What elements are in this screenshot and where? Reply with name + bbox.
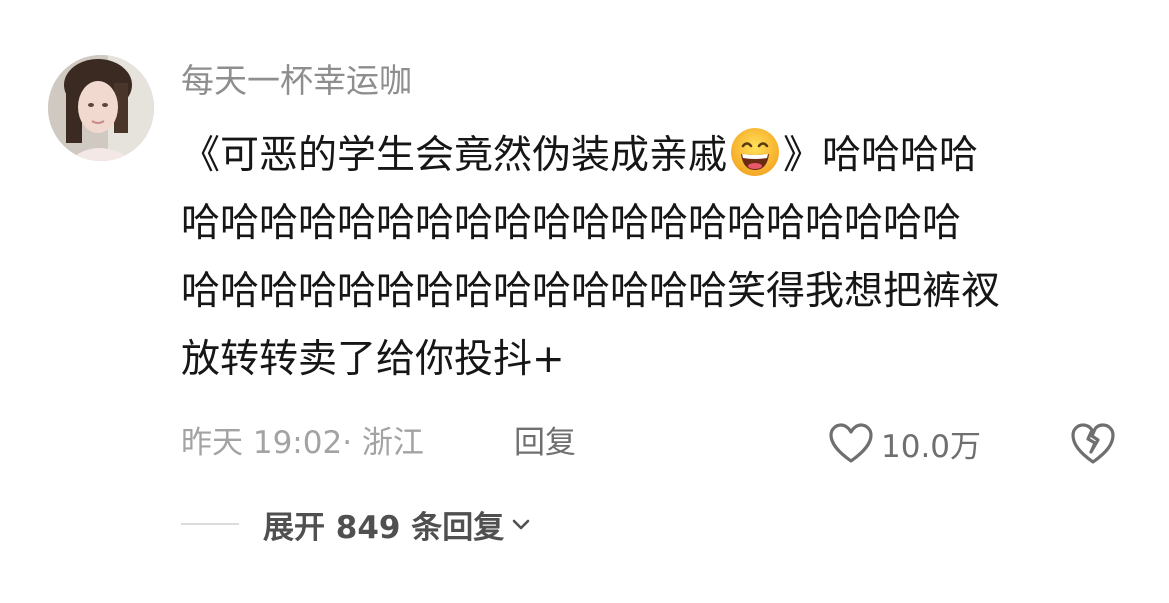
heart-icon <box>829 423 873 463</box>
like-count: 10.0万 <box>881 428 982 465</box>
comment-time: 昨天 19:02 <box>181 425 343 461</box>
reply-button[interactable]: 回复 <box>514 418 576 468</box>
comment-line-2: 哈哈哈哈哈哈哈哈哈哈哈哈哈哈哈哈哈哈哈哈 <box>181 201 962 246</box>
comment-line-1b: 》哈哈哈哈 <box>783 133 979 178</box>
comment-meta: 昨天 19:02· 浙江 <box>181 418 424 468</box>
comment-line-4: 放转转卖了给你投抖+ <box>181 337 565 382</box>
chevron-down-icon <box>512 519 530 530</box>
divider-line <box>181 523 239 525</box>
like-button[interactable]: 10.0万 <box>827 416 981 470</box>
expand-replies-label: 展开 849 条回复 <box>263 509 505 546</box>
username[interactable]: 每天一杯幸运咖 <box>181 58 412 104</box>
comment-line-3: 哈哈哈哈哈哈哈哈哈哈哈哈哈哈笑得我想把裤衩 <box>181 269 1001 314</box>
grinning-face-emoji-icon <box>731 128 780 176</box>
meta-separator: · <box>342 425 353 461</box>
comment-location: 浙江 <box>361 425 424 461</box>
comment-text: 《可恶的学生会竟然伪装成亲戚 》哈哈哈哈 哈哈哈哈哈哈哈哈哈哈哈哈哈哈哈哈哈哈哈… <box>181 122 1111 394</box>
expand-replies-button[interactable]: 展开 849 条回复 <box>181 497 532 551</box>
avatar[interactable] <box>48 55 154 161</box>
comment-line-1a: 《可恶的学生会竟然伪装成亲戚 <box>181 133 728 178</box>
broken-heart-icon[interactable] <box>1069 420 1117 466</box>
comment-line-1: 《可恶的学生会竟然伪装成亲戚 》哈哈哈哈 <box>181 122 1111 190</box>
avatar-image <box>48 55 154 161</box>
